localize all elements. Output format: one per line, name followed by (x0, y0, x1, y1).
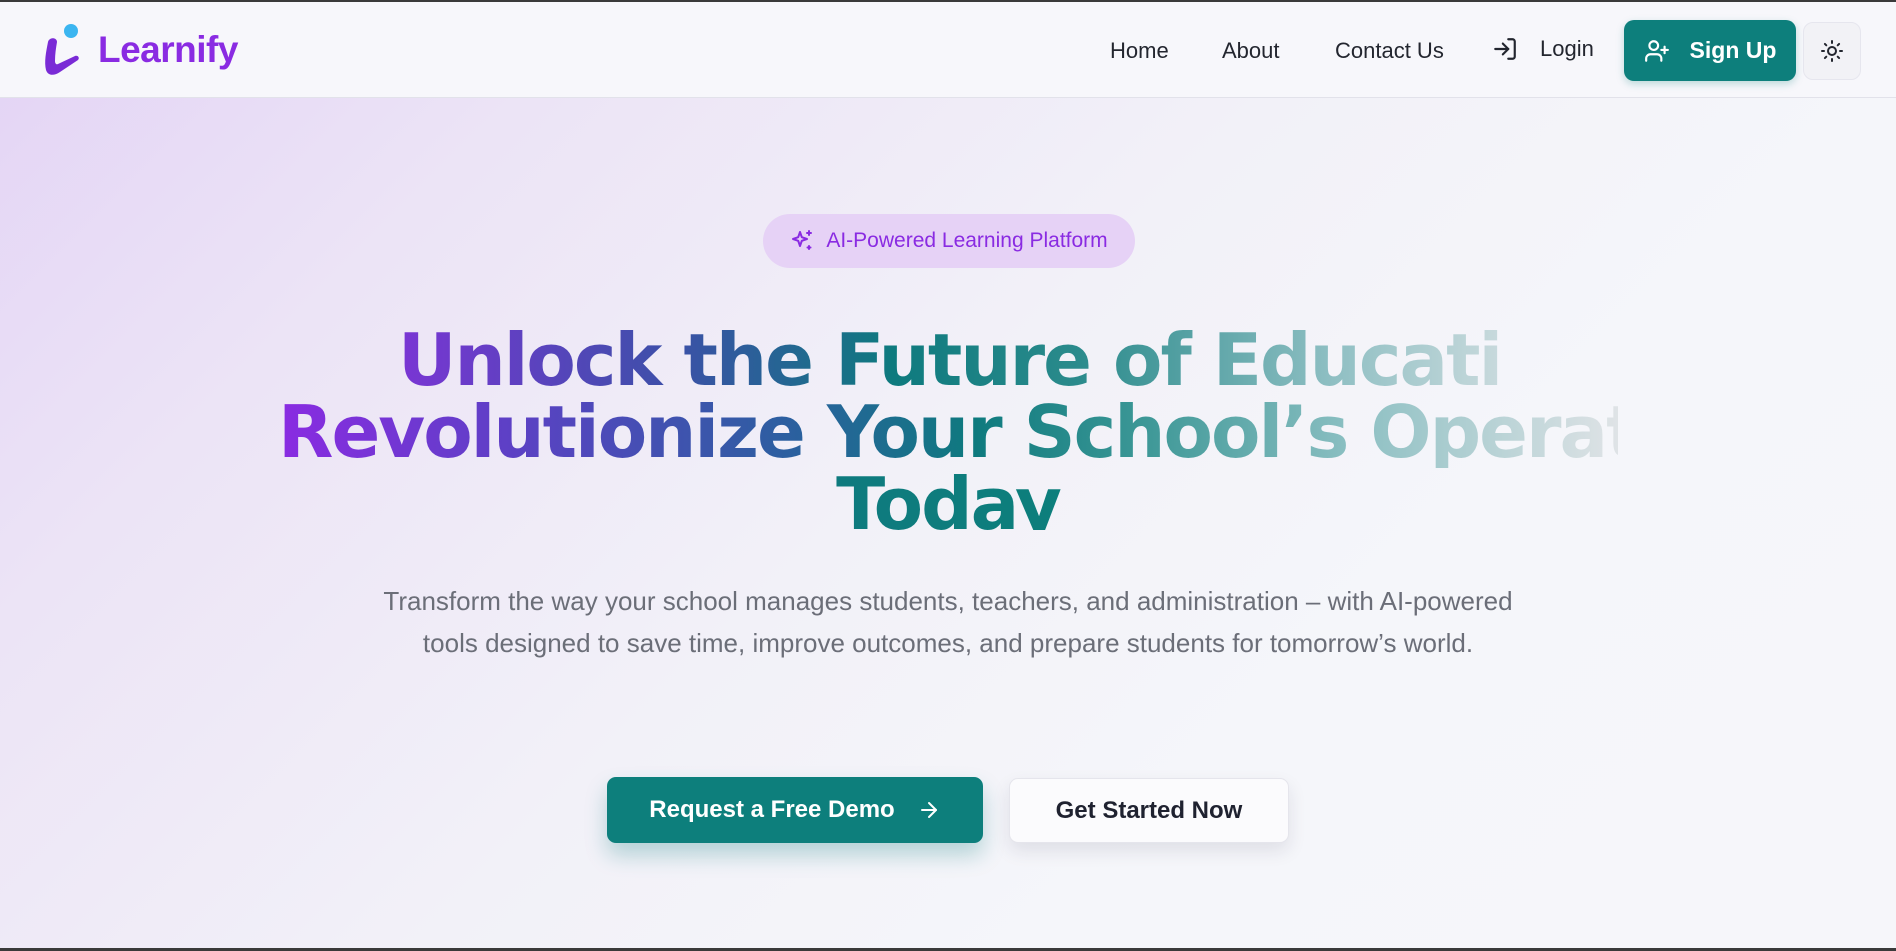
user-plus-icon (1644, 38, 1670, 64)
arrow-right-icon (917, 798, 941, 822)
hero-badge: AI-Powered Learning Platform (763, 214, 1135, 268)
signup-label: Sign Up (1689, 37, 1777, 63)
brand-logo-link[interactable]: Learnify (40, 22, 238, 78)
brand-name: Learnify (98, 29, 238, 70)
request-demo-label: Request a Free Demo (649, 796, 895, 823)
request-demo-button[interactable]: Request a Free Demo (607, 777, 983, 843)
navbar: Learnify Home About Contact Us Login Sig… (0, 2, 1896, 98)
hero-headline-line-3: Today (828, 468, 1068, 530)
login-label: Login (1540, 36, 1594, 61)
get-started-label: Get Started Now (1055, 796, 1243, 824)
sparkles-icon (790, 229, 814, 253)
login-icon (1492, 36, 1518, 62)
nav-link-about[interactable]: About (1222, 38, 1280, 64)
theme-toggle-button[interactable] (1803, 22, 1861, 80)
hero-headline-line-2: Revolutionize Your School’s Operations (278, 390, 1801, 474)
signup-button[interactable]: Sign Up (1624, 20, 1796, 81)
hero-subtitle: Transform the way your school manages st… (383, 586, 1513, 658)
hero-headline-line-1: Unlock the Future of Education – (398, 318, 1657, 402)
hero-headline: Unlock the Future of Education – Revolut… (0, 324, 1896, 530)
sun-icon (1820, 39, 1844, 63)
nav-link-home[interactable]: Home (1110, 38, 1169, 64)
nav-link-contact-us[interactable]: Contact Us (1335, 38, 1444, 64)
hero-badge-label: AI-Powered Learning Platform (826, 229, 1108, 252)
learnify-logo-icon (40, 22, 84, 78)
get-started-button[interactable]: Get Started Now (1009, 778, 1289, 843)
page: Learnify Home About Contact Us Login Sig… (0, 0, 1896, 951)
login-button[interactable]: Login (1492, 36, 1594, 62)
